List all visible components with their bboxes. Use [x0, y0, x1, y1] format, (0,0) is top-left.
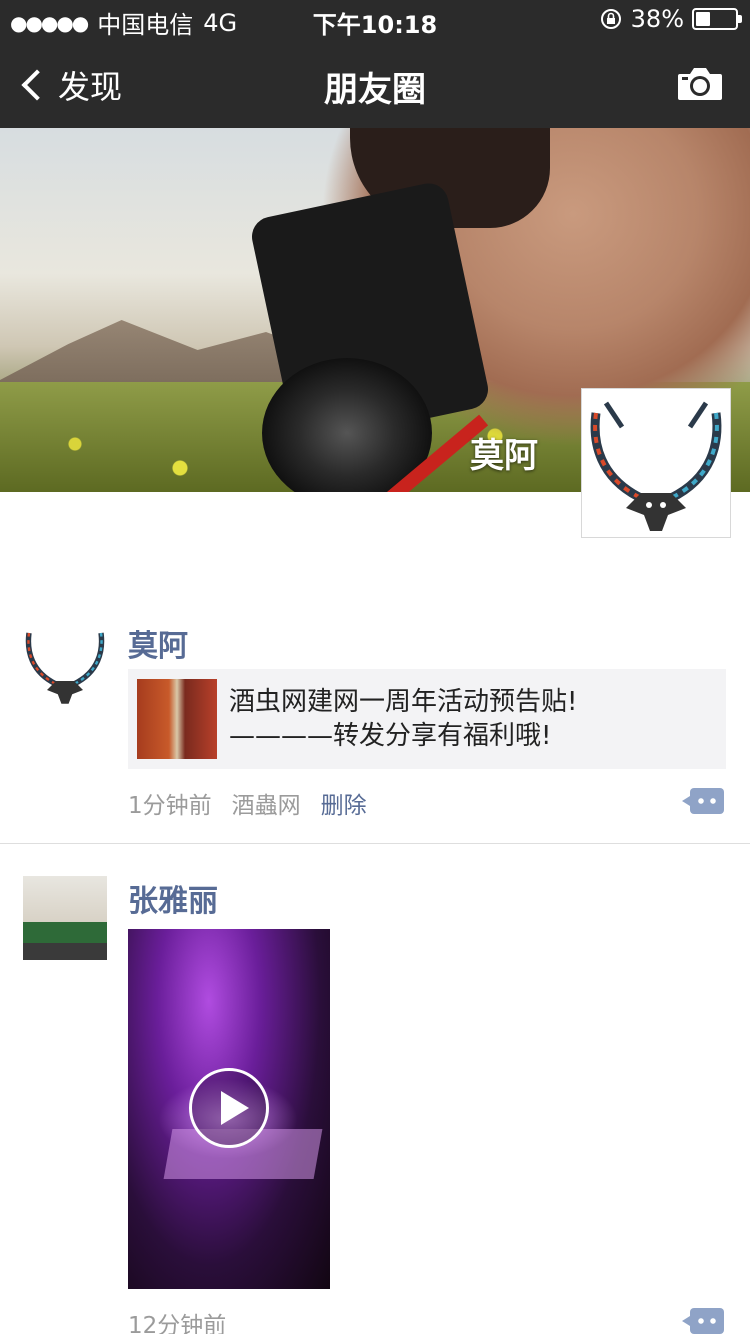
battery-fill	[696, 12, 710, 26]
feed-post: 张雅丽 12分钟前	[0, 876, 750, 1334]
antler-avatar-image	[586, 393, 726, 533]
cover-user-name: 莫阿	[470, 436, 538, 476]
delete-button[interactable]: 删除	[321, 786, 367, 820]
comment-dots	[698, 798, 716, 804]
battery-icon	[692, 8, 742, 30]
shared-link-line-2: ————转发分享有福利哦!	[229, 721, 552, 751]
post-user-name[interactable]: 张雅丽	[128, 876, 218, 920]
comment-dots	[698, 1318, 716, 1324]
shared-link-text: 酒虫网建网一周年活动预告贴! ————转发分享有福利哦!	[229, 685, 577, 753]
comment-icon[interactable]	[682, 788, 724, 814]
post-avatar[interactable]	[23, 621, 107, 705]
video-thumbnail[interactable]	[128, 929, 330, 1289]
post-user-name[interactable]: 莫阿	[128, 621, 188, 665]
antler-avatar-image	[23, 621, 107, 705]
shared-link-thumbnail	[137, 679, 217, 759]
post-divider	[0, 843, 750, 844]
photo-avatar-image	[23, 876, 107, 960]
shared-link-line-1: 酒虫网建网一周年活动预告贴!	[229, 687, 578, 717]
nav-bar: 发现 朋友圈	[0, 40, 750, 128]
battery-percent: 38%	[630, 5, 684, 33]
post-source[interactable]: 酒蟲网	[232, 786, 301, 820]
comment-icon[interactable]	[682, 1308, 724, 1334]
profile-avatar[interactable]	[581, 388, 731, 538]
status-bar: ●●●●● 中国电信 4G 下午10:18 38%	[0, 0, 750, 40]
post-avatar[interactable]	[23, 876, 107, 960]
play-icon[interactable]	[189, 1068, 269, 1148]
feed-post: 莫阿 酒虫网建网一周年活动预告贴! ————转发分享有福利哦! 1分钟前 酒蟲网…	[0, 621, 750, 843]
post-meta: 1分钟前 酒蟲网 删除	[128, 786, 367, 820]
page-title: 朋友圈	[324, 70, 426, 110]
post-time: 1分钟前	[128, 793, 212, 819]
post-time: 12分钟前	[128, 1313, 227, 1334]
status-right: 38%	[599, 5, 742, 33]
post-meta: 12分钟前	[128, 1306, 226, 1334]
camera-icon[interactable]	[676, 66, 724, 102]
lock-rotation-icon	[600, 9, 621, 29]
shared-link-card[interactable]: 酒虫网建网一周年活动预告贴! ————转发分享有福利哦!	[128, 669, 726, 769]
